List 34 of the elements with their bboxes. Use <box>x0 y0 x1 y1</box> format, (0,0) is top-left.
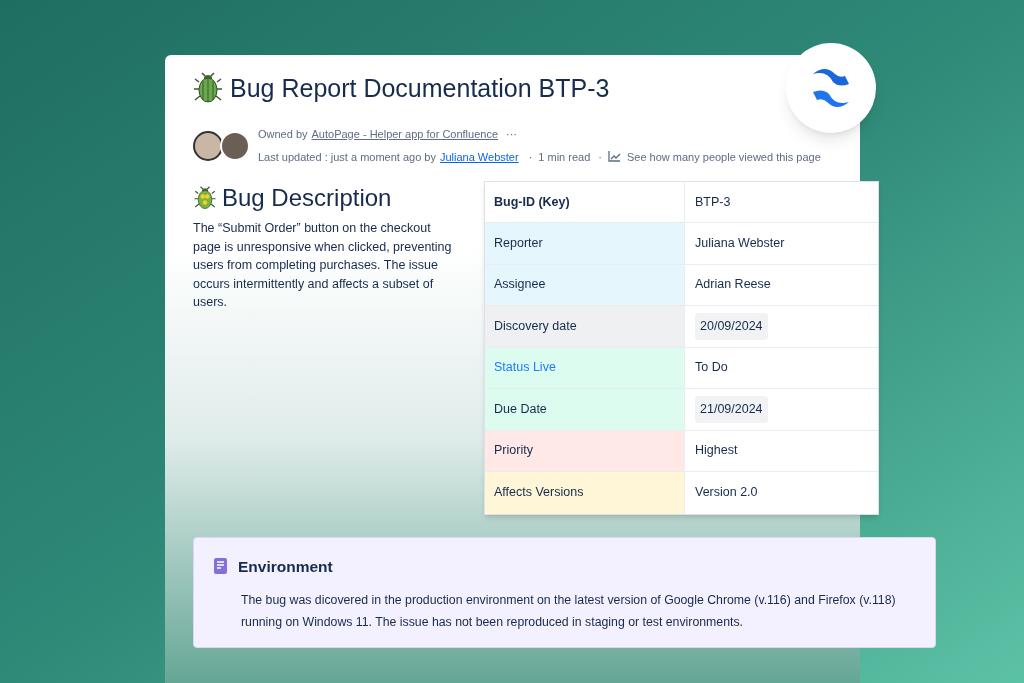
table-label-cell: Status Live <box>485 347 685 388</box>
beetle-icon <box>193 72 223 104</box>
more-button[interactable]: ··· <box>506 126 518 143</box>
separator-dot: · <box>528 149 533 165</box>
table-header-cell: Bug-ID (Key) <box>485 182 685 222</box>
table-cell-text: BTP-3 <box>694 193 732 211</box>
table-cell-text: Version 2.0 <box>695 484 758 502</box>
read-time: 1 min read <box>538 149 591 165</box>
author-link[interactable]: Juliana Webster <box>439 148 519 165</box>
table-label-cell: Discovery date <box>485 306 685 347</box>
table-label-cell: Reporter <box>485 223 685 264</box>
table-cell-text: Juliana Webster <box>695 234 785 252</box>
page-views-link[interactable]: See how many people viewed this page <box>626 148 821 165</box>
description-text: The “Submit Order” button on the checkout page is unresponsive when clicked, preventing users from completing purchases. The issue occurs intermittently and affects a subset of users. <box>193 220 453 311</box>
beetle-icon <box>193 186 217 210</box>
last-updated-text: Last updated : just a moment ago by <box>258 149 436 165</box>
owner-label: Owned by <box>258 127 308 142</box>
panel-title: Environment <box>238 556 333 577</box>
separator-dot: · <box>598 149 602 165</box>
table-label-cell: Priority <box>485 430 685 471</box>
section-heading: Bug Description <box>222 186 392 210</box>
table-cell-text: To Do <box>695 359 728 377</box>
table-label-cell: Assignee <box>485 264 685 305</box>
note-icon <box>214 558 227 575</box>
table-label-cell: Due Date <box>485 389 685 430</box>
table-cell-text: Highest <box>695 442 738 460</box>
page-title: Bug Report Documentation BTP-3 <box>230 75 610 101</box>
table-label-cell: Affects Versions <box>485 472 685 514</box>
date-lozenge: 21/09/2024 <box>695 395 768 423</box>
date-lozenge: 20/09/2024 <box>695 312 768 340</box>
chart-icon <box>607 151 621 163</box>
table-cell-text: Adrian Reese <box>695 276 771 294</box>
environment-text: The bug was dicovered in the production environment on the latest version of Google Chrome (v.116) and Firefox (v.118) running on Windows 11. The issue has not been reproduced in staging or test environments. <box>241 591 897 631</box>
owner-link[interactable]: AutoPage - Helper app for Confluence <box>311 126 499 143</box>
